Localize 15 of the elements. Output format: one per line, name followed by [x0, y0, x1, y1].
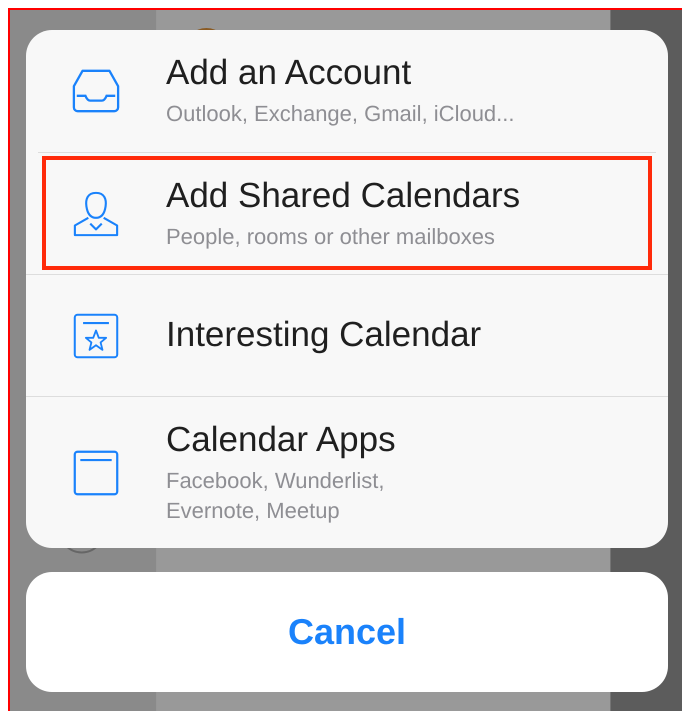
cancel-button[interactable]: Cancel [26, 572, 668, 692]
item-title: Add an Account [166, 53, 412, 94]
item-subtitle: People, rooms or other mailboxes [166, 222, 496, 251]
window-icon [71, 448, 121, 496]
item-subtitle: Outlook, Exchange, Gmail, iCloud... [166, 100, 514, 128]
item-title: Interesting Calendar [166, 315, 482, 356]
item-title: Add Shared Calendars [166, 176, 520, 216]
item-title: Calendar Apps [166, 420, 396, 460]
item-subtitle: Facebook, Wunderlist, Evernote, Meetup [166, 466, 386, 525]
tray-icon [71, 67, 121, 115]
menu-item[interactable]: Add an Account Outlook, Exchange, Gmail, iCloud... [26, 30, 668, 152]
menu-item[interactable]: Add Shared Calendars People, rooms or other mailboxes [38, 152, 656, 274]
menu-item[interactable]: Interesting Calendar [26, 274, 668, 396]
person-icon [71, 190, 121, 238]
menu-item[interactable]: Calendar Apps Facebook, Wunderlist, Evernote, Meetup [26, 396, 668, 548]
